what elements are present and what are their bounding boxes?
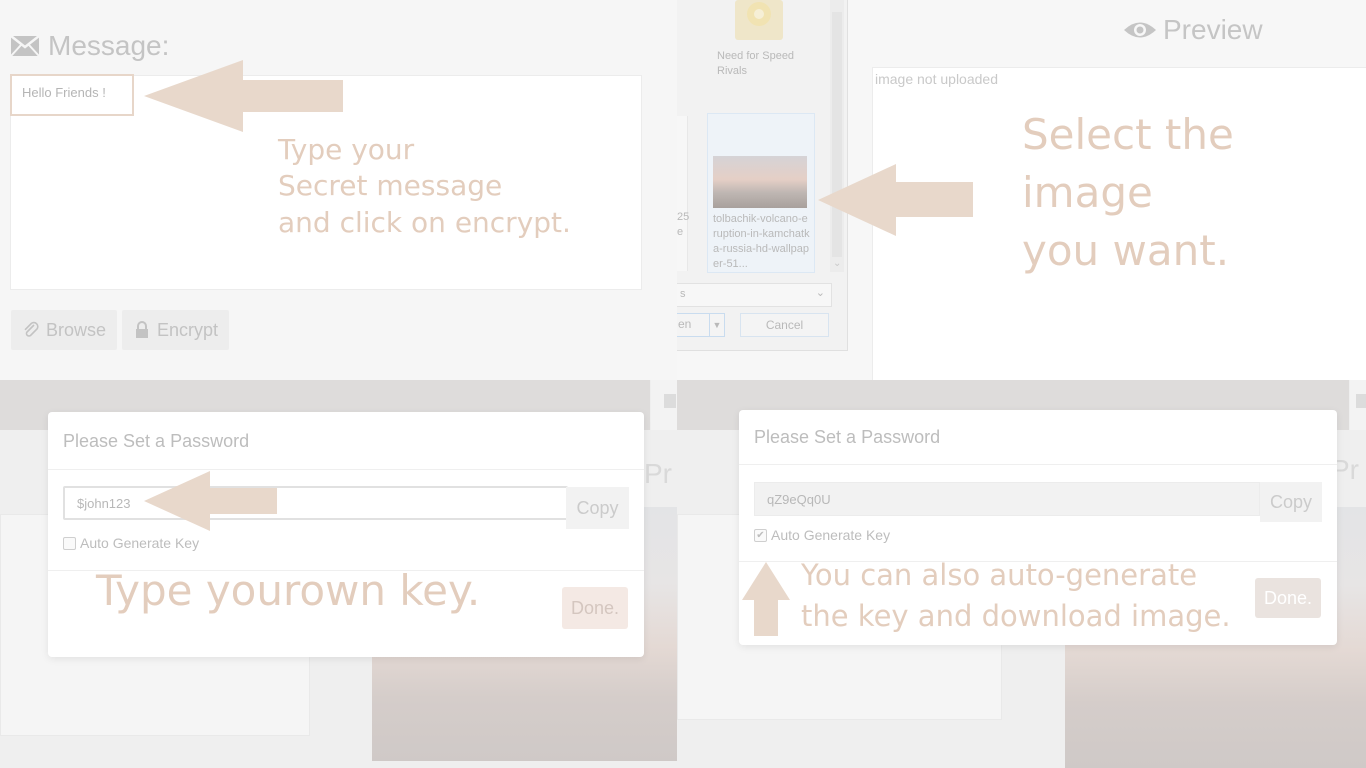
- file-tile-partial[interactable]: 25 e: [677, 116, 690, 271]
- eye-icon: [1124, 22, 1156, 38]
- copy-label: Copy: [576, 497, 619, 518]
- message-heading: Message:: [10, 30, 169, 62]
- checkbox-checked-icon[interactable]: ✔: [754, 528, 767, 542]
- arrow-left-icon: [818, 164, 974, 236]
- image-annotation-line: you want.: [1022, 226, 1230, 275]
- auto-generate-checkbox[interactable]: ✔ Auto Generate Key: [754, 527, 890, 543]
- image-select-panel: Need for Speed Rivals 25 e tolbachik-vol…: [677, 0, 1366, 380]
- done-button[interactable]: Done.: [562, 587, 628, 629]
- password-input[interactable]: qZ9eQq0U: [754, 482, 1260, 516]
- open-label: en: [678, 317, 692, 331]
- cancel-label: Cancel: [765, 318, 804, 332]
- volcano-thumbnail: [713, 156, 807, 208]
- message-annotation-line: Type your: [278, 133, 415, 166]
- envelope-icon: [10, 35, 40, 57]
- lock-icon: [135, 321, 148, 338]
- auto-generate-label: Auto Generate Key: [771, 527, 891, 543]
- divider: [739, 464, 1337, 465]
- preview-heading: Preview: [1123, 14, 1263, 46]
- done-button[interactable]: Done.: [1255, 578, 1321, 618]
- done-label: Done.: [570, 597, 620, 618]
- background-button-partial: [1350, 380, 1366, 430]
- message-annotation: Type your Secret message and click on en…: [278, 132, 571, 241]
- dropdown-arrow-icon[interactable]: ▼: [709, 314, 724, 336]
- lock-icon: [1356, 394, 1366, 408]
- lock-icon: [664, 394, 676, 408]
- arrow-up-icon: [742, 562, 790, 636]
- encrypt-button[interactable]: Encrypt: [122, 310, 229, 350]
- background-preview-heading: Pr: [644, 458, 672, 490]
- modal-title: Please Set a Password: [63, 431, 250, 451]
- auto-annotation-line: the key and download image.: [801, 599, 1231, 633]
- checkbox-box[interactable]: [63, 536, 76, 550]
- background-button-partial: [651, 380, 677, 430]
- password-modal: Please Set a Password $john123 Copy Auto…: [48, 412, 644, 657]
- browse-button[interactable]: Browse: [11, 310, 117, 350]
- paperclip-icon: [24, 321, 39, 337]
- folder-label[interactable]: Need for Speed Rivals: [717, 49, 817, 79]
- arrow-left-icon: [144, 60, 344, 132]
- broken-image: image not uploaded: [875, 71, 998, 87]
- message-annotation-line: and click on encrypt.: [278, 205, 571, 239]
- copy-label: Copy: [1269, 491, 1313, 512]
- message-annotation-line: Secret message: [278, 169, 503, 203]
- copy-button[interactable]: Copy: [1260, 482, 1322, 522]
- file-type-value: s: [680, 288, 686, 300]
- partial-text: e: [677, 226, 684, 238]
- file-type-select[interactable]: s ⌄: [677, 283, 832, 307]
- password-auto-panel: Pr Please Set a Password qZ9eQq0U Copy ✔…: [677, 380, 1366, 768]
- password-value: qZ9eQq0U: [767, 491, 831, 507]
- selected-file-label: tolbachik-volcano-eruption-in-kamchatka-…: [713, 213, 810, 270]
- image-select-annotation: Select the image you want.: [1022, 106, 1366, 280]
- key-annotation: Type yourown key.: [96, 566, 481, 615]
- copy-button[interactable]: Copy: [566, 487, 629, 529]
- message-text-highlight: Hello Friends !: [10, 74, 134, 116]
- background-preview-text: Pr: [644, 458, 672, 489]
- password-value: $john123: [77, 495, 131, 511]
- auto-key-annotation: You can also auto-generate the key and d…: [801, 555, 1231, 637]
- message-panel: Message: Hello Friends ! Type your Secre…: [0, 0, 677, 380]
- modal-title: Please Set a Password: [754, 427, 941, 447]
- cancel-button[interactable]: Cancel: [740, 313, 829, 337]
- open-button[interactable]: en ▼: [677, 313, 725, 337]
- password-modal: Please Set a Password qZ9eQq0U Copy ✔ Au…: [739, 410, 1337, 645]
- password-input[interactable]: $john123: [63, 486, 568, 520]
- chevron-down-icon: ⌄: [815, 287, 825, 299]
- encrypt-label: Encrypt: [156, 319, 219, 340]
- image-annotation-line: Select the image: [1022, 110, 1234, 217]
- broken-image-alt: image not uploaded: [875, 71, 998, 87]
- message-heading-text: Message:: [48, 30, 170, 61]
- scroll-down-icon[interactable]: ⌄: [833, 258, 841, 269]
- folder-icon: [735, 0, 783, 40]
- preview-heading-text: Preview: [1163, 14, 1263, 45]
- auto-generate-checkbox[interactable]: Auto Generate Key: [63, 535, 199, 551]
- browse-label: Browse: [45, 319, 107, 340]
- divider: [48, 469, 644, 470]
- done-label: Done.: [1263, 587, 1313, 608]
- auto-generate-label: Auto Generate Key: [80, 535, 200, 551]
- arrow-left-icon: [144, 471, 278, 531]
- password-manual-panel: Pr Please Set a Password $john123 Copy A…: [0, 380, 677, 768]
- partial-text: 25: [677, 211, 690, 223]
- selected-file-tile[interactable]: tolbachik-volcano-eruption-in-kamchatka-…: [707, 113, 815, 273]
- auto-annotation-line: You can also auto-generate: [801, 558, 1198, 592]
